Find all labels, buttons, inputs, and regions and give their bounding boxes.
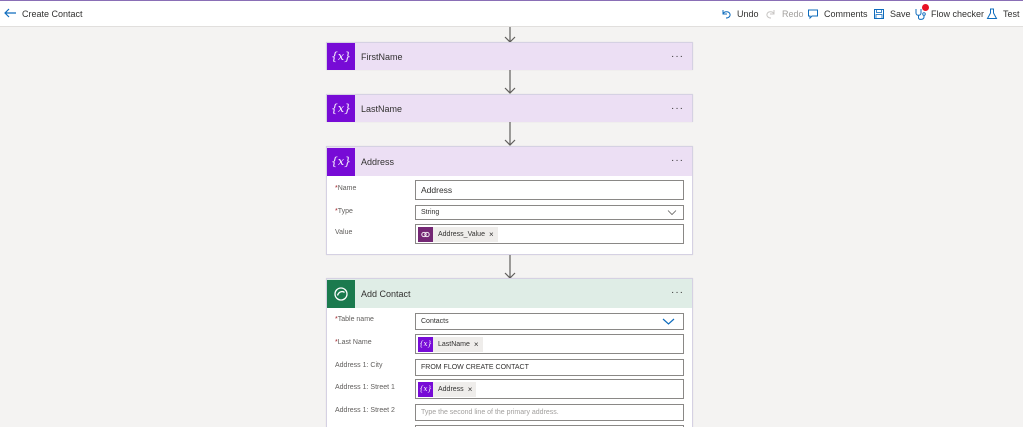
last-name-input[interactable]: {x} LastName × xyxy=(415,334,684,354)
type-value: String xyxy=(421,209,440,216)
comments-button[interactable]: Comments xyxy=(806,6,868,22)
step-header[interactable]: Add Contact ··· xyxy=(327,279,692,308)
name-label: *Name xyxy=(335,185,357,192)
type-label: *Type xyxy=(335,208,353,215)
remove-token-icon[interactable]: × xyxy=(474,340,479,349)
redo-icon xyxy=(764,7,778,21)
variable-icon: {x} xyxy=(418,381,433,397)
dynamic-content-token[interactable]: Address_Value × xyxy=(418,226,498,242)
variable-icon: {x} xyxy=(418,336,433,352)
connector-arrow-icon xyxy=(504,69,516,94)
step-title: FirstName xyxy=(361,51,403,62)
step-card-address[interactable]: {x} Address ··· *Name Address *Type Stri… xyxy=(326,146,693,255)
street2-label: Address 1: Street 2 xyxy=(335,407,395,414)
step-card-add-contact[interactable]: Add Contact ··· *Table name Contacts *La… xyxy=(326,278,693,427)
save-button[interactable]: Save xyxy=(872,6,911,22)
flow-checker-label: Flow checker xyxy=(931,9,985,19)
table-name-row: *Table name Contacts xyxy=(327,313,694,334)
street1-input[interactable]: {x} Address × xyxy=(415,379,684,399)
comment-icon xyxy=(806,7,820,21)
name-row: *Name Address xyxy=(327,180,694,201)
variable-icon: {x} xyxy=(327,147,355,176)
table-name-label: *Table name xyxy=(335,316,374,323)
test-label: Test xyxy=(1003,9,1020,19)
variable-icon: {x} xyxy=(327,43,355,70)
connector-arrow-icon xyxy=(504,254,516,279)
table-name-select[interactable]: Contacts xyxy=(415,313,684,330)
step-header[interactable]: {x} Address ··· xyxy=(327,147,692,176)
comments-label: Comments xyxy=(824,9,868,19)
step-title: Add Contact xyxy=(361,288,411,299)
save-icon xyxy=(872,7,886,21)
value-label: Value xyxy=(335,229,353,236)
dynamic-content-token[interactable]: {x} Address × xyxy=(418,381,477,397)
last-name-row: *Last Name {x} LastName × xyxy=(327,334,694,355)
token-label: Address_Value xyxy=(438,230,485,238)
remove-token-icon[interactable]: × xyxy=(489,230,494,239)
connector-arrow-icon xyxy=(504,27,516,43)
connector-arrow-icon xyxy=(504,121,516,146)
step-title: LastName xyxy=(361,103,403,114)
type-row: *Type String xyxy=(327,205,694,226)
variable-name-input[interactable]: Address xyxy=(415,180,684,200)
step-card-firstname[interactable]: {x} FirstName ··· xyxy=(326,42,693,70)
dataverse-icon xyxy=(327,279,355,308)
step-title: Address xyxy=(361,156,395,167)
more-options-icon[interactable]: ··· xyxy=(671,287,684,298)
city-row: Address 1: City FROM FLOW CREATE CONTACT xyxy=(327,359,694,380)
remove-token-icon[interactable]: × xyxy=(468,385,473,394)
redo-label: Redo xyxy=(782,9,804,19)
street1-row: Address 1: Street 1 {x} Address × xyxy=(327,379,694,400)
save-label: Save xyxy=(890,9,911,19)
last-name-label: *Last Name xyxy=(335,339,372,346)
step-header[interactable]: {x} LastName ··· xyxy=(327,95,692,122)
test-button[interactable]: Test xyxy=(985,6,1020,22)
flow-checker-alert-dot xyxy=(922,4,929,11)
command-bar: Create Contact Undo Redo Comments Save F… xyxy=(0,0,1023,27)
flow-title: Create Contact xyxy=(22,9,83,19)
token-label: LastName xyxy=(438,340,470,348)
variable-icon: {x} xyxy=(327,95,355,122)
chevron-down-icon xyxy=(662,318,675,325)
variable-value-input[interactable]: Address_Value × xyxy=(415,224,684,244)
undo-button[interactable]: Undo xyxy=(719,6,759,22)
undo-label: Undo xyxy=(737,9,759,19)
table-name-value: Contacts xyxy=(421,318,449,325)
redo-button[interactable]: Redo xyxy=(764,6,804,22)
step-header[interactable]: {x} FirstName ··· xyxy=(327,43,692,70)
city-label: Address 1: City xyxy=(335,362,383,369)
more-options-icon[interactable]: ··· xyxy=(671,51,684,62)
variable-type-select[interactable]: String xyxy=(415,205,684,220)
token-label: Address xyxy=(438,385,464,393)
back-arrow-icon[interactable] xyxy=(2,5,18,21)
chevron-down-icon xyxy=(667,210,677,216)
undo-icon xyxy=(719,7,733,21)
more-options-icon[interactable]: ··· xyxy=(671,155,684,166)
flow-checker-button[interactable]: Flow checker xyxy=(913,4,985,22)
street2-row: Address 1: Street 2 Type the second line… xyxy=(327,404,694,425)
street1-label: Address 1: Street 1 xyxy=(335,384,395,391)
value-row: Value Address_Value × xyxy=(327,224,694,245)
beaker-icon xyxy=(985,7,999,21)
dynamic-content-token[interactable]: {x} LastName × xyxy=(418,336,483,352)
street2-input[interactable]: Type the second line of the primary addr… xyxy=(415,404,684,421)
stethoscope-icon xyxy=(913,4,929,21)
dataverse-icon xyxy=(418,226,433,242)
more-options-icon[interactable]: ··· xyxy=(671,103,684,114)
step-card-lastname[interactable]: {x} LastName ··· xyxy=(326,94,693,122)
city-input[interactable]: FROM FLOW CREATE CONTACT xyxy=(415,359,684,376)
